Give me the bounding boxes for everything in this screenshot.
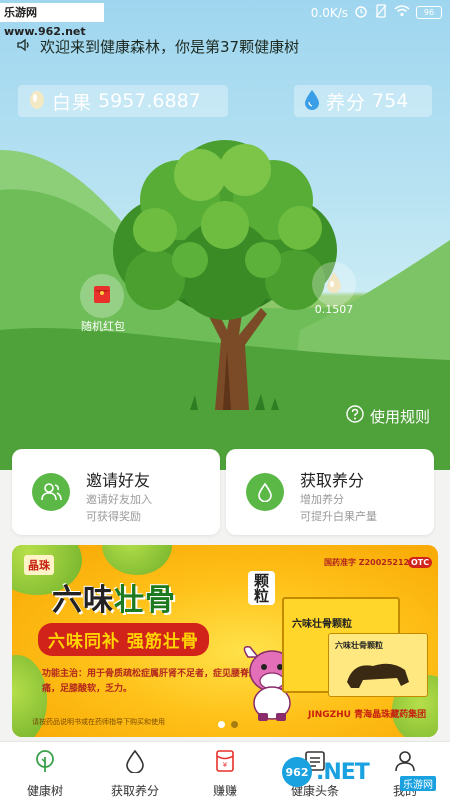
alarm-icon — [354, 4, 368, 21]
random-red-packet-button[interactable] — [80, 274, 124, 318]
tree-icon — [33, 749, 57, 777]
get-nutrients-subtitle-1: 增加养分 — [300, 493, 344, 506]
nav-label: 健康树 — [26, 784, 63, 798]
network-speed: 0.0K/s — [310, 5, 348, 20]
product-package-label: 六味壮骨颗粒 — [335, 641, 383, 650]
ad-banner[interactable]: 晶珠 六味壮骨 颗粒 六味同补 强筋壮骨 功能主治：用于骨质疏松症属肝肾不足者，… — [12, 545, 438, 737]
invite-subtitle-1: 邀请好友加入 — [86, 493, 152, 506]
get-nutrients-subtitle-2: 可提升白果产量 — [300, 510, 377, 523]
carousel-dot[interactable] — [218, 721, 225, 728]
watermark-domain: .NET — [316, 759, 370, 785]
ad-title-b: 壮骨 — [114, 583, 176, 618]
invite-subtitle-2: 可获得奖励 — [86, 510, 141, 523]
ad-title-a: 六味 — [52, 583, 114, 618]
otc-badge: OTC — [408, 557, 433, 568]
red-packet-label: 随机红包 — [81, 320, 125, 333]
ginkgo-fruit-icon — [325, 270, 343, 298]
ginkgo-fruit-icon — [28, 88, 46, 114]
water-drop-icon — [124, 749, 146, 777]
nutrient-balance: 养分 754 — [294, 85, 432, 117]
watermark-sub: 乐游网 — [400, 776, 436, 791]
tree-scene: 乐游网 www.962.net 0.0K/s 96 欢迎来到健康森林，你是第37… — [0, 0, 450, 470]
red-packet-icon — [93, 284, 111, 308]
ad-company: JINGZHU 青海晶珠藏药集团 — [308, 710, 427, 720]
product-box-label: 六味壮骨颗粒 — [292, 619, 352, 630]
nav-label: 赚赚 — [212, 784, 237, 798]
ad-approval-number: 国药准字 Z20025212 — [324, 558, 410, 567]
nav-label: 获取养分 — [110, 784, 159, 798]
water-drop-icon — [304, 88, 320, 114]
svg-text:¥: ¥ — [223, 761, 228, 769]
carousel-indicator — [218, 721, 238, 728]
welcome-text: 欢迎来到健康森林，你是第37颗健康树 — [40, 38, 300, 56]
nutrient-label: 养分 — [326, 91, 367, 114]
invite-title: 邀请好友 — [86, 471, 151, 490]
welcome-banner: 欢迎来到健康森林，你是第37颗健康树 — [16, 36, 299, 57]
usage-rules-link[interactable]: 使用规则 — [346, 405, 430, 427]
water-drop-icon — [246, 473, 284, 511]
brand-logo: 晶珠 — [24, 555, 54, 575]
ginkgo-leaf-decoration — [102, 545, 172, 575]
fruit-drop-value: 0.1507 — [314, 303, 354, 316]
get-nutrients-title: 获取养分 — [300, 471, 365, 490]
speaker-icon — [16, 37, 32, 57]
nav-item-earn[interactable]: ¥ 赚赚 — [180, 742, 270, 800]
fruit-balance: 白果 5957.6887 — [18, 85, 228, 117]
ad-granule-tag: 颗粒 — [248, 571, 275, 605]
fruit-label: 白果 — [52, 91, 93, 114]
site-watermark: 乐游网 www.962.net — [0, 3, 104, 38]
nutrient-value: 754 — [372, 90, 409, 112]
no-sim-icon — [374, 4, 388, 21]
site-watermark-logo: 962 .NET 乐游网 — [282, 752, 442, 792]
battery-indicator: 96 — [416, 6, 442, 19]
red-packet-icon: ¥ — [215, 749, 235, 777]
nav-item-health-tree[interactable]: 健康树 — [0, 742, 90, 800]
ad-slogan: 六味同补 强筋壮骨 — [38, 623, 209, 656]
wifi-icon — [394, 5, 410, 20]
watermark-logo-circle: 962 — [282, 757, 312, 787]
yak-silhouette-icon — [347, 663, 409, 688]
product-package-image: 六味壮骨颗粒 — [328, 633, 428, 697]
help-icon — [346, 405, 364, 427]
fruit-drop-button[interactable] — [312, 262, 356, 306]
invite-friends-card[interactable]: 邀请好友 邀请好友加入 可获得奖励 — [12, 449, 220, 535]
users-icon — [32, 473, 70, 511]
ad-small-print: 请按药品说明书或在药师指导下购买和使用 — [32, 718, 165, 726]
status-bar: 乐游网 www.962.net 0.0K/s 96 — [0, 0, 450, 38]
fruit-value: 5957.6887 — [98, 90, 201, 112]
ad-title: 六味壮骨 — [52, 575, 176, 619]
carousel-dot[interactable] — [231, 721, 238, 728]
get-nutrients-card[interactable]: 获取养分 增加养分 可提升白果产量 — [226, 449, 434, 535]
usage-rules-label: 使用规则 — [369, 407, 430, 426]
nav-item-get-nutrients[interactable]: 获取养分 — [90, 742, 180, 800]
ad-function-text: 功能主治：用于骨质疏松症属肝肾不足者，症见腰脊酸痛，足膝酸软，乏力。 — [42, 669, 259, 694]
